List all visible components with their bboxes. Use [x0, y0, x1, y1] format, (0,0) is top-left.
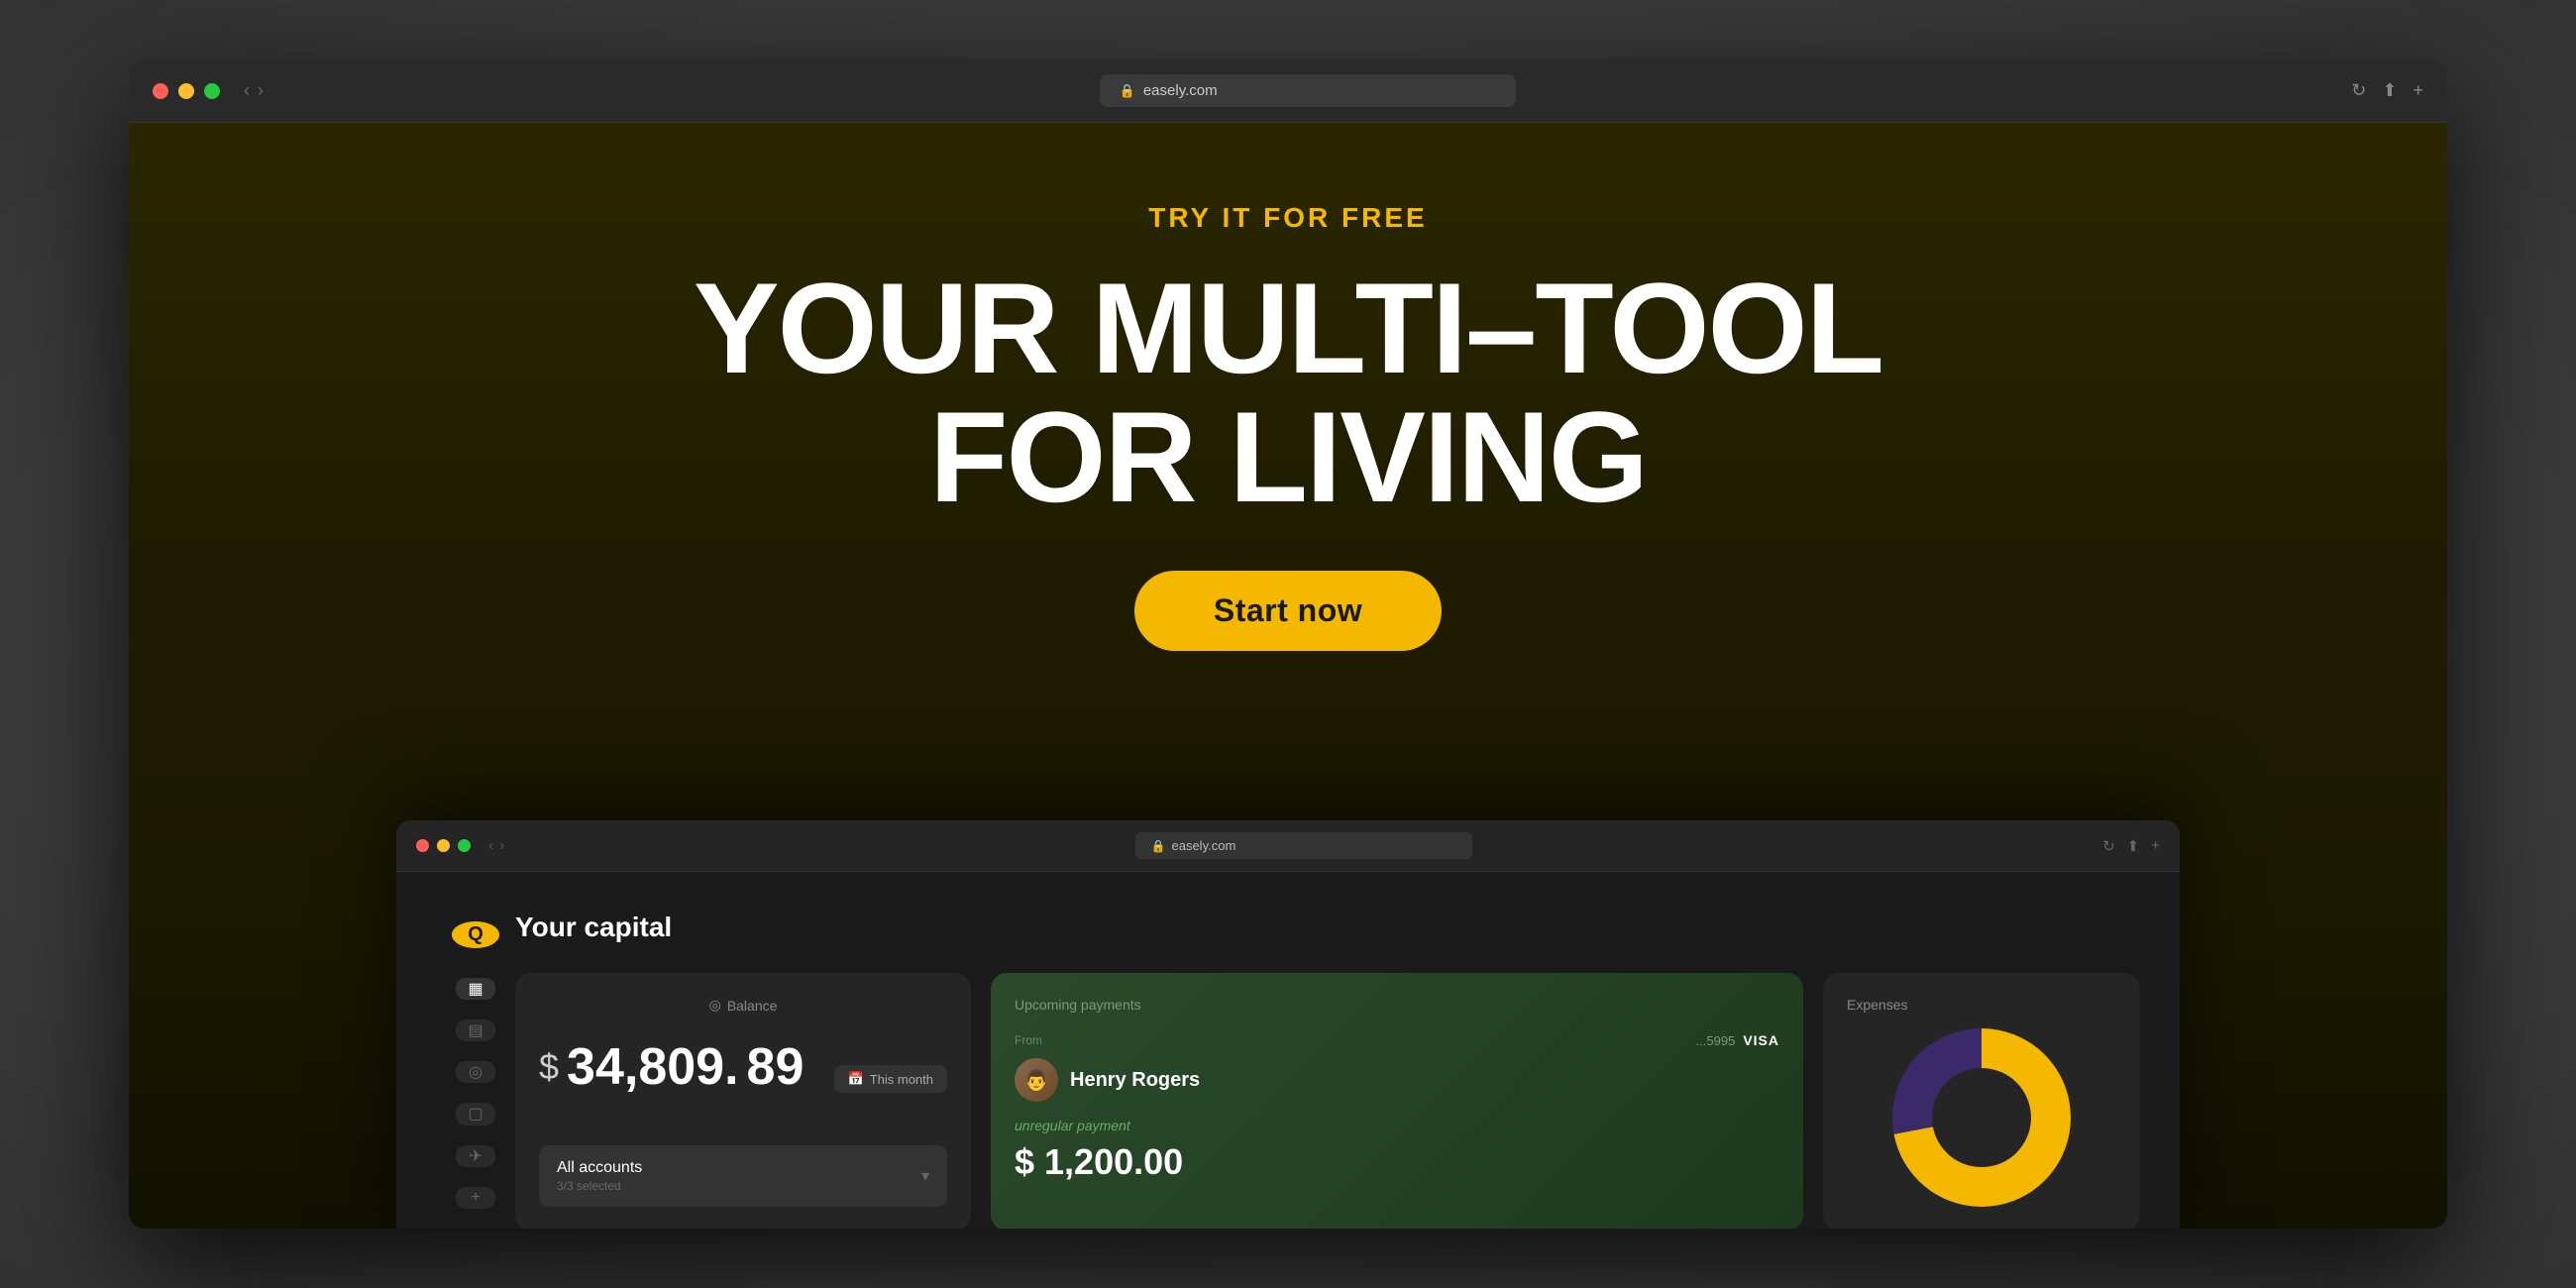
upcoming-payments-header: Upcoming payments: [1015, 997, 1779, 1013]
inner-browser-actions: ↻ ⬆ +: [2102, 837, 2160, 855]
outer-close-button[interactable]: [153, 83, 168, 99]
hero-title-line1: YOUR MULTI–TOOL: [694, 256, 1882, 400]
this-month-badge[interactable]: 📅 This month: [834, 1065, 948, 1093]
this-month-label: This month: [870, 1072, 933, 1087]
balance-amount-display: $ 34,809.89: [539, 1037, 804, 1097]
inner-url-bar-container: 🔒 easely.com: [516, 832, 2091, 859]
inner-lock-icon: 🔒: [1151, 839, 1166, 853]
person-avatar: 👨: [1015, 1058, 1058, 1102]
balance-currency-symbol: $: [539, 1046, 559, 1088]
visa-badge: VISA: [1743, 1032, 1779, 1048]
outer-back-button[interactable]: ‹: [244, 80, 250, 101]
outer-new-tab-button[interactable]: +: [2413, 80, 2423, 101]
outer-maximize-button[interactable]: [204, 83, 220, 99]
inner-reload-button[interactable]: ↻: [2102, 837, 2115, 855]
outer-minimize-button[interactable]: [178, 83, 194, 99]
person-name: Henry Rogers: [1070, 1069, 1200, 1092]
accounts-label: All accounts: [557, 1159, 642, 1177]
sidebar-logo-letter: Q: [468, 923, 483, 946]
balance-amount-row: $ 34,809.89 📅 This month: [539, 1037, 947, 1121]
inner-minimize-button[interactable]: [437, 839, 450, 852]
outer-browser-actions: ↻ ⬆ +: [2351, 80, 2423, 101]
sidebar-icon-cards[interactable]: ▤: [456, 1020, 495, 1041]
outer-url-input[interactable]: 🔒 easely.com: [1100, 74, 1516, 107]
inner-maximize-button[interactable]: [458, 839, 471, 852]
inner-share-button[interactable]: ⬆: [2127, 837, 2140, 855]
dashboard-main: Your capital ◎ Balance: [515, 912, 2140, 1209]
inner-url-text: easely.com: [1171, 838, 1235, 853]
inner-forward-button[interactable]: ›: [499, 837, 504, 854]
accounts-dropdown[interactable]: All accounts 3/3 selected ▾: [539, 1145, 947, 1207]
inner-browser-titlebar: ‹ › 🔒 easely.com ↻ ⬆ +: [396, 820, 2180, 872]
dashboard-sidebar: Q ▦ ▤ ◎ ▢ ✈ +: [436, 912, 515, 1209]
dashboard-content: Q ▦ ▤ ◎ ▢ ✈ + Your capital: [396, 872, 2180, 1229]
outer-browser-window: ‹ › 🔒 easely.com ↻ ⬆ + TRY IT FOR FREE Y…: [129, 59, 2447, 1229]
payment-from-label: From: [1015, 1033, 1042, 1047]
inner-new-tab-button[interactable]: +: [2151, 837, 2160, 855]
outer-reload-button[interactable]: ↻: [2351, 80, 2366, 101]
outer-lock-icon: 🔒: [1120, 83, 1135, 99]
expenses-card-header: Expenses: [1847, 997, 2116, 1013]
outer-traffic-lights: [153, 83, 220, 99]
donut-chart-visual: [1892, 1028, 2071, 1207]
outer-url-text: easely.com: [1143, 82, 1218, 99]
hero-area: TRY IT FOR FREE YOUR MULTI–TOOL FOR LIVI…: [129, 123, 2447, 1229]
expenses-card: Expenses: [1823, 973, 2140, 1229]
sidebar-logo[interactable]: Q: [452, 921, 499, 948]
accounts-sublabel: 3/3 selected: [557, 1179, 642, 1193]
balance-header-label: Balance: [727, 998, 778, 1014]
balance-card: ◎ Balance $ 34,809.89: [515, 973, 971, 1229]
sidebar-icon-travel[interactable]: ✈: [456, 1145, 495, 1167]
payment-card-last4: ...5995: [1696, 1033, 1736, 1048]
inner-browser-window: ‹ › 🔒 easely.com ↻ ⬆ +: [396, 820, 2180, 1229]
payment-type-label: unregular payment: [1015, 1118, 1779, 1133]
inner-nav-arrows: ‹ ›: [488, 837, 504, 854]
outer-nav-arrows: ‹ ›: [244, 80, 264, 101]
outer-browser-titlebar: ‹ › 🔒 easely.com ↻ ⬆ +: [129, 59, 2447, 123]
payment-card-info: ...5995 VISA: [1696, 1032, 1779, 1048]
dropdown-chevron-icon: ▾: [921, 1166, 929, 1186]
calendar-icon: 📅: [848, 1071, 864, 1087]
sidebar-icon-chart[interactable]: ▦: [456, 978, 495, 1000]
sidebar-icon-bag[interactable]: ▢: [456, 1103, 495, 1125]
sidebar-icon-add[interactable]: +: [456, 1187, 495, 1209]
payment-person-row: 👨 Henry Rogers: [1015, 1058, 1779, 1102]
balance-card-header: ◎ Balance: [539, 997, 947, 1014]
inner-url-input[interactable]: 🔒 easely.com: [1135, 832, 1472, 859]
dashboard-page-title: Your capital: [515, 912, 2140, 943]
hero-tagline: TRY IT FOR FREE: [1148, 202, 1427, 234]
outer-forward-button[interactable]: ›: [258, 80, 264, 101]
dashboard-cards-row: ◎ Balance $ 34,809.89: [515, 973, 2140, 1229]
outer-share-button[interactable]: ⬆: [2382, 80, 2397, 101]
payment-from-row: From ...5995 VISA: [1015, 1032, 1779, 1048]
payment-amount: $ 1,200.00: [1015, 1141, 1779, 1183]
balance-decimal-part: 89: [747, 1037, 805, 1097]
inner-close-button[interactable]: [416, 839, 429, 852]
desktop-background: ‹ › 🔒 easely.com ↻ ⬆ + TRY IT FOR FREE Y…: [0, 0, 2576, 1288]
hero-title: YOUR MULTI–TOOL FOR LIVING: [694, 264, 1882, 521]
start-now-button[interactable]: Start now: [1134, 571, 1442, 651]
inner-back-button[interactable]: ‹: [488, 837, 493, 854]
inner-traffic-lights: [416, 839, 471, 852]
balance-header-icon: ◎: [709, 997, 721, 1014]
outer-url-bar-container: 🔒 easely.com: [279, 74, 2335, 107]
hero-title-line2: FOR LIVING: [929, 384, 1647, 529]
balance-integer-part: 34,809.: [567, 1037, 739, 1097]
avatar-emoji: 👨: [1024, 1068, 1049, 1093]
upcoming-payments-card: Upcoming payments From ...5995 VISA: [991, 973, 1803, 1229]
sidebar-icon-money[interactable]: ◎: [456, 1061, 495, 1083]
expenses-donut-chart: [1847, 1028, 2116, 1207]
inner-browser-wrapper: ‹ › 🔒 easely.com ↻ ⬆ +: [396, 820, 2180, 1229]
